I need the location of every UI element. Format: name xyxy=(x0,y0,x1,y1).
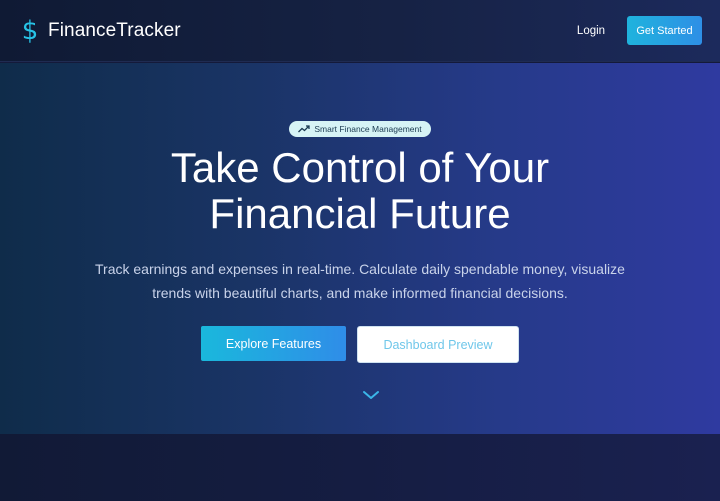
next-section xyxy=(0,434,720,501)
brand-name: FinanceTracker xyxy=(48,20,181,41)
hero-subtitle: Track earnings and expenses in real-time… xyxy=(80,257,640,305)
trending-up-icon xyxy=(298,125,311,133)
dollar-sign-icon: $ xyxy=(21,16,39,46)
badge-label: Smart Finance Management xyxy=(314,124,422,134)
headline-line-2: Financial Future xyxy=(209,190,511,237)
hero-headline: Take Control of Your Financial Future xyxy=(0,145,720,237)
explore-features-button[interactable]: Explore Features xyxy=(201,326,346,361)
get-started-button[interactable]: Get Started xyxy=(627,16,702,45)
chevron-down-icon[interactable] xyxy=(362,388,380,402)
dashboard-preview-button[interactable]: Dashboard Preview xyxy=(357,326,519,363)
feature-badge: Smart Finance Management xyxy=(289,121,431,137)
login-link[interactable]: Login xyxy=(570,22,612,40)
headline-line-1: Take Control of Your xyxy=(170,144,550,191)
subtitle-line-1: Track earnings and expenses in real-time… xyxy=(95,261,625,277)
brand-logo[interactable]: $ FinanceTracker xyxy=(20,17,181,45)
top-navbar: $ FinanceTracker Login Get Started xyxy=(0,0,720,62)
hero-section: Smart Finance Management Take Control of… xyxy=(0,63,720,434)
subtitle-line-2: trends with beautiful charts, and make i… xyxy=(152,285,568,301)
